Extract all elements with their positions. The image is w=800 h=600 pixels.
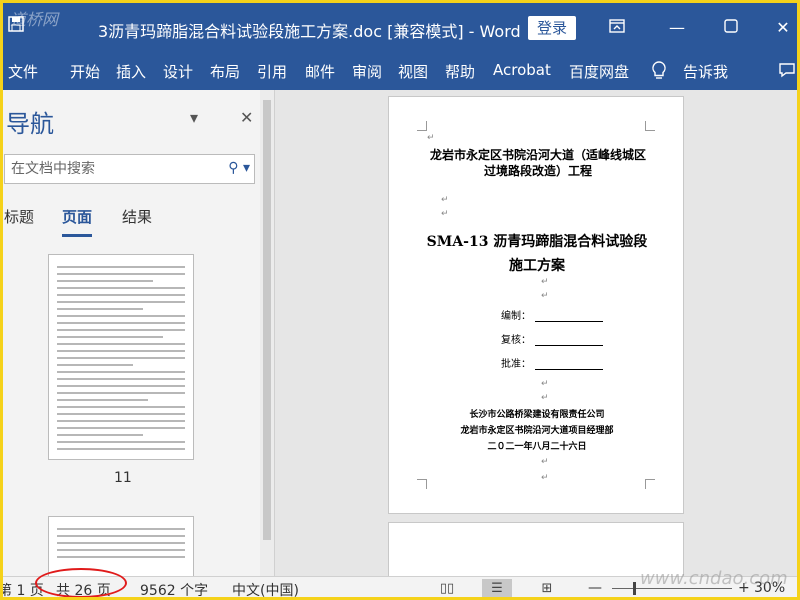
sig-row-compile: 编制： <box>501 307 603 322</box>
thumbnail-page-number: 11 <box>114 470 132 486</box>
minimize-icon[interactable]: — <box>664 16 690 40</box>
watermark-bottom-right: www.cndao.com <box>640 568 788 589</box>
close-pane-icon[interactable]: ✕ <box>240 108 253 127</box>
word-count[interactable]: 9562 个字 <box>140 580 208 600</box>
company-name: 长沙市公路桥梁建设有限责任公司 <box>469 410 605 420</box>
tab-file[interactable]: 文件 <box>8 61 38 82</box>
nav-scroll-thumb[interactable] <box>263 100 271 540</box>
search-input[interactable] <box>5 155 205 183</box>
lightbulb-icon[interactable] <box>651 61 667 85</box>
tab-baidu[interactable]: 百度网盘 <box>569 61 629 82</box>
tab-layout[interactable]: 布局 <box>210 61 240 82</box>
navigation-pane: 导航 ▾ ✕ ⚲ ▾ 标题 页面 结果 11 <box>0 90 275 576</box>
search-box[interactable]: ⚲ ▾ <box>4 154 255 184</box>
page-thumbnail[interactable] <box>48 254 194 460</box>
login-button[interactable]: 登录 <box>528 16 576 40</box>
search-icon[interactable]: ⚲ ▾ <box>228 160 250 176</box>
tab-help[interactable]: 帮助 <box>445 61 475 82</box>
ribbon-display-icon[interactable] <box>604 16 630 40</box>
window-title: 3沥青玛蹄脂混合料试验段施工方案.doc [兼容模式] - Word <box>98 22 521 41</box>
maximize-icon[interactable] <box>718 16 744 40</box>
title-bar: 3沥青玛蹄脂混合料试验段施工方案.doc [兼容模式] - Word 登录 — … <box>0 0 800 56</box>
tab-design[interactable]: 设计 <box>163 61 193 82</box>
zoom-slider-knob[interactable] <box>633 582 636 595</box>
tab-results[interactable]: 结果 <box>122 206 152 227</box>
web-layout-icon[interactable]: ⊞ <box>532 579 562 599</box>
doc-title-line1: SMA-13 沥青玛蹄脂混合料试验段 <box>426 234 648 250</box>
page-thumbnail[interactable] <box>48 516 194 576</box>
tab-references[interactable]: 引用 <box>257 61 287 82</box>
document-area[interactable]: ↵ 龙岩市永定区书院沿河大道（适峰线城区过境路段改造）工程 ↵ ↵ SMA-13… <box>276 90 798 576</box>
nav-title: 导航 <box>6 110 54 138</box>
nav-scrollbar[interactable] <box>260 90 274 576</box>
ribbon-tabs: 文件 开始 插入 设计 布局 引用 邮件 审阅 视图 帮助 Acrobat 百度… <box>0 56 800 90</box>
chevron-down-icon[interactable]: ▾ <box>190 108 198 127</box>
project-title: 龙岩市永定区书院沿河大道（适峰线城区过境路段改造）工程 <box>429 148 646 178</box>
sig-row-approve: 批准： <box>501 355 603 370</box>
close-icon[interactable]: ✕ <box>770 16 796 40</box>
read-mode-icon[interactable]: ▯▯ <box>432 579 462 599</box>
tab-pages[interactable]: 页面 <box>62 206 93 237</box>
language-indicator[interactable]: 中文(中国) <box>232 580 299 600</box>
tell-me-label[interactable]: 告诉我 <box>683 61 728 82</box>
document-date: 二０二一年八月二十六日 <box>487 442 587 452</box>
red-circle-annotation <box>35 568 127 598</box>
tab-view[interactable]: 视图 <box>398 61 428 82</box>
tab-home[interactable]: 开始 <box>70 61 100 82</box>
sig-row-review: 复核： <box>501 331 603 346</box>
tab-mailings[interactable]: 邮件 <box>305 61 335 82</box>
comment-icon[interactable] <box>778 61 796 83</box>
document-page[interactable]: ↵ 龙岩市永定区书院沿河大道（适峰线城区过境路段改造）工程 ↵ ↵ SMA-13… <box>388 96 684 514</box>
tab-review[interactable]: 审阅 <box>352 61 382 82</box>
tab-insert[interactable]: 插入 <box>116 61 146 82</box>
watermark-top-left: 道桥网 <box>10 10 59 29</box>
zoom-out-icon[interactable]: — <box>588 580 602 596</box>
doc-title-line2: 施工方案 <box>509 258 565 274</box>
tab-acrobat[interactable]: Acrobat <box>493 61 551 79</box>
tab-headings[interactable]: 标题 <box>4 206 34 227</box>
department-name: 龙岩市永定区书院沿河大道项目经理部 <box>460 426 614 436</box>
print-layout-icon[interactable]: ☰ <box>482 579 512 599</box>
